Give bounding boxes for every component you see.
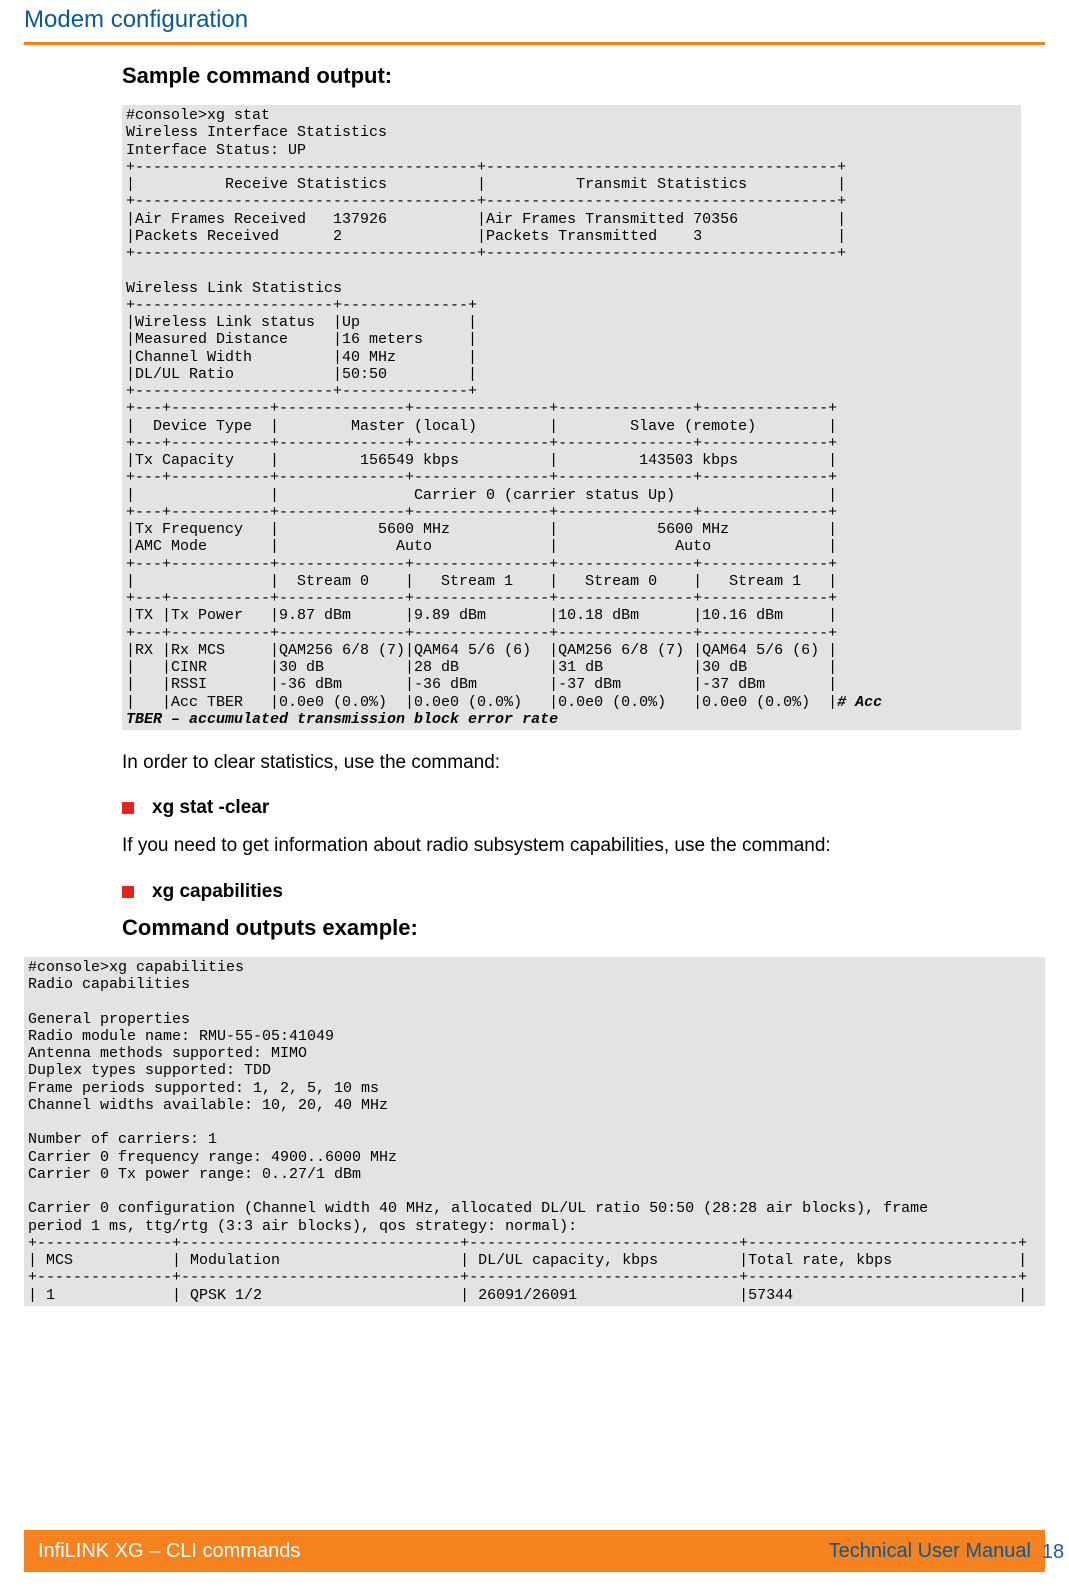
c2l19: +---------------+-----------------------…: [28, 1269, 1027, 1286]
header-rule: [24, 42, 1045, 45]
c1l26: |AMC Mode | Auto | Auto |: [126, 538, 837, 555]
footer-right: Technical User Manual: [829, 1540, 1031, 1563]
c1l29: +---+-----------+--------------+--------…: [126, 590, 837, 607]
c1l32: |RX |Rx MCS |QAM256 6/8 (7)|QAM64 5/6 (6…: [126, 642, 837, 659]
c2l15: Carrier 0 configuration (Channel width 4…: [28, 1200, 928, 1217]
c1l6: +--------------------------------------+…: [126, 193, 846, 210]
c2l16: period 1 ms, ttg/rtg (3:3 air blocks), q…: [28, 1218, 577, 1235]
c1l30: |TX |Tx Power |9.87 dBm |9.89 dBm |10.18…: [126, 607, 837, 624]
c1l27: +---+-----------+--------------+--------…: [126, 556, 837, 573]
c2l18: | MCS | Modulation | DL/UL capacity, kbp…: [28, 1252, 1027, 1269]
c1l35a: | |Acc TBER |0.0e0 (0.0%) |0.0e0 (0.0%) …: [126, 694, 837, 711]
c1l25: |Tx Frequency | 5600 MHz | 5600 MHz |: [126, 521, 837, 538]
c1l23: | | Carrier 0 (carrier status Up) |: [126, 487, 837, 504]
c2l17: +---------------+-----------------------…: [28, 1235, 1027, 1252]
c1l18: +---+-----------+--------------+--------…: [126, 400, 837, 417]
c1l22: +---+-----------+--------------+--------…: [126, 469, 837, 486]
c1l34: | |RSSI |-36 dBm |-36 dBm |-37 dBm |-37 …: [126, 676, 837, 693]
c1l9: +--------------------------------------+…: [126, 245, 846, 262]
c2l11: Number of carriers: 1: [28, 1131, 217, 1148]
c1l33: | |CINR |30 dB |28 dB |31 dB |30 dB |: [126, 659, 837, 676]
bullet-square-icon: [122, 886, 134, 898]
c2l20: | 1 | QPSK 1/2 | 26091/26091 |57344 |: [28, 1287, 1027, 1304]
bullet-square-icon: [122, 802, 134, 814]
c1l13: |Wireless Link status |Up |: [126, 314, 477, 331]
c2l8: Frame periods supported: 1, 2, 5, 10 ms: [28, 1080, 379, 1097]
c1l14: |Measured Distance |16 meters |: [126, 331, 477, 348]
c1l11: Wireless Link Statistics: [126, 280, 342, 297]
c2l6: Antenna methods supported: MIMO: [28, 1045, 307, 1062]
c2l5: Radio module name: RMU-55-05:41049: [28, 1028, 334, 1045]
c1l24: +---+-----------+--------------+--------…: [126, 504, 837, 521]
footer-left: InfiLINK XG – CLI commands: [38, 1540, 300, 1563]
c2l12: Carrier 0 frequency range: 4900..6000 MH…: [28, 1149, 397, 1166]
c1l7: |Air Frames Received 137926 |Air Frames …: [126, 211, 846, 228]
sample-output-heading: Sample command output:: [24, 63, 1045, 89]
c1l21: |Tx Capacity | 156549 kbps | 143503 kbps…: [126, 452, 837, 469]
c1l20: +---+-----------+--------------+--------…: [126, 435, 837, 452]
code-block-xg-capabilities: #console>xg capabilities Radio capabilit…: [24, 957, 1045, 1306]
c1l15: |Channel Width |40 MHz |: [126, 349, 477, 366]
page-footer: InfiLINK XG – CLI commands Technical Use…: [24, 1530, 1045, 1572]
code-block-xg-stat: #console>xg stat Wireless Interface Stat…: [122, 105, 1021, 730]
c1l12: +----------------------+--------------+: [126, 297, 477, 314]
bullet-text-2: xg capabilities: [152, 881, 283, 903]
c1l16: |DL/UL Ratio |50:50 |: [126, 366, 477, 383]
c1l36: TBER – accumulated transmission block er…: [126, 711, 558, 728]
page-number: 18: [1033, 1541, 1069, 1564]
c1l35b: # Acc: [837, 694, 882, 711]
c1l1: #console>xg stat: [126, 107, 270, 124]
c1l31: +---+-----------+--------------+--------…: [126, 625, 837, 642]
para-clear-stats: In order to clear statistics, use the co…: [24, 730, 1045, 789]
bullet-text-1: xg stat -clear: [152, 797, 269, 819]
c1l17: +----------------------+--------------+: [126, 383, 477, 400]
c2l1: #console>xg capabilities: [28, 959, 244, 976]
c2l7: Duplex types supported: TDD: [28, 1062, 271, 1079]
command-outputs-heading: Command outputs example:: [24, 909, 1045, 941]
c2l13: Carrier 0 Tx power range: 0..27/1 dBm: [28, 1166, 361, 1183]
c1l5: | Receive Statistics | Transmit Statisti…: [126, 176, 846, 193]
bullet-xg-stat-clear: xg stat -clear: [24, 789, 1045, 825]
c1l4: +--------------------------------------+…: [126, 159, 846, 176]
bullet-xg-capabilities: xg capabilities: [24, 873, 1045, 909]
c1l19: | Device Type | Master (local) | Slave (…: [126, 418, 837, 435]
page-header: Modem configuration: [24, 0, 1045, 42]
c1l3: Interface Status: UP: [126, 142, 306, 159]
c2l9: Channel widths available: 10, 20, 40 MHz: [28, 1097, 388, 1114]
para-capabilities: If you need to get information about rad…: [24, 825, 1045, 872]
c2l2: Radio capabilities: [28, 976, 190, 993]
c1l28: | | Stream 0 | Stream 1 | Stream 0 | Str…: [126, 573, 837, 590]
c1l2: Wireless Interface Statistics: [126, 124, 387, 141]
c2l4: General properties: [28, 1011, 190, 1028]
c1l8: |Packets Received 2 |Packets Transmitted…: [126, 228, 846, 245]
